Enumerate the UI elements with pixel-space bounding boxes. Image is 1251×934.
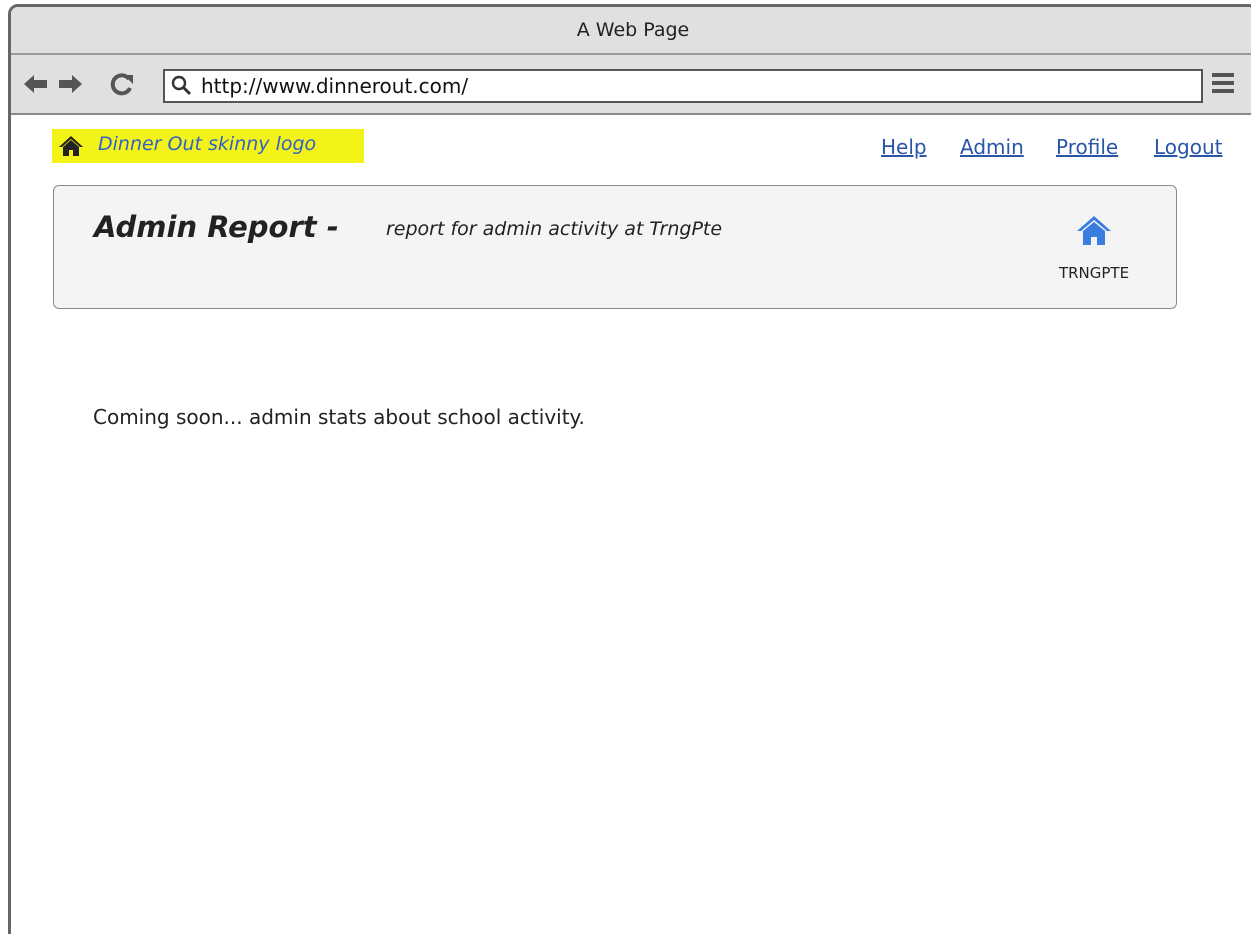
- profile-link[interactable]: Profile: [1056, 135, 1118, 159]
- reload-icon[interactable]: [107, 69, 137, 99]
- browser-toolbar: http://www.dinnerout.com/: [11, 55, 1251, 115]
- organization-label: TRNGPTE: [1058, 264, 1130, 282]
- report-header-panel: Admin Report - report for admin activity…: [53, 185, 1177, 309]
- logout-link[interactable]: Logout: [1154, 135, 1222, 159]
- search-icon: [171, 75, 192, 96]
- top-nav-links: Help Admin Profile Logout: [11, 135, 1251, 165]
- window-title: A Web Page: [11, 7, 1251, 55]
- address-bar[interactable]: http://www.dinnerout.com/: [163, 69, 1203, 103]
- organization-home-icon[interactable]: [1076, 214, 1112, 246]
- coming-soon-message: Coming soon... admin stats about school …: [93, 405, 585, 429]
- page-title: Admin Report -: [94, 210, 339, 244]
- admin-link[interactable]: Admin: [960, 135, 1024, 159]
- back-arrow-icon[interactable]: [21, 69, 51, 99]
- browser-window: A Web Page http://www.dinnerout.com/ Din…: [8, 4, 1251, 934]
- url-text: http://www.dinnerout.com/: [201, 74, 469, 98]
- forward-arrow-icon[interactable]: [55, 69, 85, 99]
- page-subtitle: report for admin activity at TrngPte: [386, 218, 723, 240]
- help-link[interactable]: Help: [881, 135, 927, 159]
- hamburger-menu-icon[interactable]: [1211, 71, 1235, 95]
